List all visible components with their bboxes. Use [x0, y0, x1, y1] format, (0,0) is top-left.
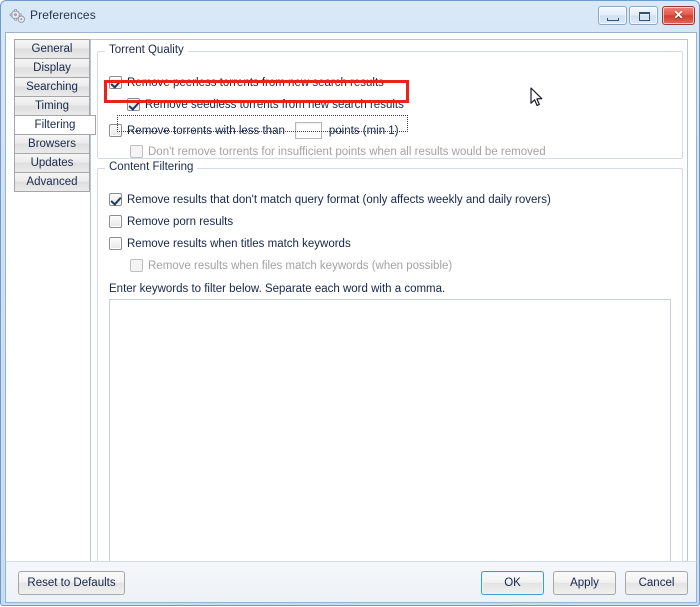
tab-searching[interactable]: Searching — [14, 77, 90, 97]
minimize-button[interactable] — [598, 6, 627, 25]
checkbox-icon — [130, 145, 143, 158]
tab-label: General — [31, 43, 73, 55]
group-title-content-filtering: Content Filtering — [105, 161, 198, 173]
checkbox-label-before: Remove torrents with less than — [127, 124, 285, 137]
preferences-window: Preferences ✕ General Display Searching … — [0, 0, 700, 606]
checkbox-remove-seedless[interactable]: Remove seedless torrents from new search… — [127, 98, 404, 111]
maximize-button[interactable] — [629, 6, 658, 25]
checkbox-icon[interactable] — [109, 76, 122, 89]
reset-to-defaults-button[interactable]: Reset to Defaults — [18, 571, 125, 595]
checkbox-icon[interactable] — [109, 124, 122, 137]
keywords-input[interactable] — [109, 299, 671, 567]
settings-tab-strip: General Display Searching Timing Filteri… — [14, 39, 96, 192]
title-bar[interactable]: Preferences ✕ — [1, 1, 700, 32]
group-torrent-quality: Torrent Quality Remove peerless torrents… — [97, 44, 683, 159]
checkbox-icon — [130, 259, 143, 272]
tab-display[interactable]: Display — [14, 58, 90, 78]
checkbox-icon[interactable] — [109, 215, 122, 228]
checkbox-label: Remove seedless torrents from new search… — [145, 98, 404, 111]
checkbox-icon[interactable] — [109, 237, 122, 250]
keywords-hint-text: Enter keywords to filter below. Separate… — [109, 283, 446, 295]
checkbox-remove-low-points[interactable]: Remove torrents with less than points (m… — [109, 122, 399, 139]
tab-updates[interactable]: Updates — [14, 153, 90, 173]
tab-label: Timing — [34, 100, 70, 112]
tab-label: Browsers — [28, 138, 76, 150]
tab-general[interactable]: General — [14, 39, 90, 59]
tab-advanced[interactable]: Advanced — [14, 172, 90, 192]
tab-browsers[interactable]: Browsers — [14, 134, 90, 154]
tab-label: Filtering — [34, 119, 76, 131]
minimize-icon — [607, 18, 619, 21]
checkbox-remove-porn-results[interactable]: Remove porn results — [109, 215, 233, 228]
maximize-icon — [639, 12, 650, 21]
tab-label: Advanced — [26, 176, 78, 188]
ok-button[interactable]: OK — [481, 571, 544, 595]
checkbox-label: Remove results when titles match keyword… — [127, 237, 351, 250]
window-title: Preferences — [30, 8, 96, 22]
checkbox-icon[interactable] — [127, 98, 140, 111]
checkbox-label: Remove results that don't match query fo… — [127, 193, 551, 206]
checkbox-icon[interactable] — [109, 193, 122, 206]
gears-icon — [9, 9, 27, 25]
tab-label: Updates — [30, 157, 74, 169]
checkbox-label: Don't remove torrents for insufficient p… — [148, 145, 546, 158]
checkbox-remove-title-keyword-matches[interactable]: Remove results when titles match keyword… — [109, 237, 351, 250]
cancel-button[interactable]: Cancel — [625, 571, 688, 595]
tab-timing[interactable]: Timing — [14, 96, 90, 116]
close-icon: ✕ — [673, 8, 684, 22]
tab-filtering[interactable]: Filtering — [14, 115, 96, 135]
checkbox-label-after: points (min 1) — [328, 124, 399, 137]
filtering-tab-page: Torrent Quality Remove peerless torrents… — [90, 39, 688, 590]
checkbox-remove-peerless[interactable]: Remove peerless torrents from new search… — [109, 76, 384, 89]
dialog-button-bar: Reset to Defaults OK Apply Cancel — [5, 561, 697, 603]
tab-label: Display — [33, 62, 71, 74]
checkbox-label: Remove porn results — [127, 215, 234, 228]
checkbox-label: Remove peerless torrents from new search… — [127, 76, 384, 89]
apply-button[interactable]: Apply — [553, 571, 616, 595]
checkbox-dont-remove-insufficient-points: Don't remove torrents for insufficient p… — [130, 145, 546, 158]
checkbox-remove-nonmatching-query-format[interactable]: Remove results that don't match query fo… — [109, 193, 551, 206]
checkbox-label: Remove results when files match keywords… — [148, 259, 453, 272]
close-button[interactable]: ✕ — [662, 6, 695, 25]
dialog-client-area: General Display Searching Timing Filteri… — [5, 32, 697, 600]
points-threshold-input[interactable] — [294, 122, 322, 139]
checkbox-remove-file-keyword-matches: Remove results when files match keywords… — [130, 259, 452, 272]
group-title-torrent-quality: Torrent Quality — [105, 44, 188, 56]
group-content-filtering: Content Filtering Remove results that do… — [97, 161, 683, 582]
tab-label: Searching — [26, 81, 78, 93]
